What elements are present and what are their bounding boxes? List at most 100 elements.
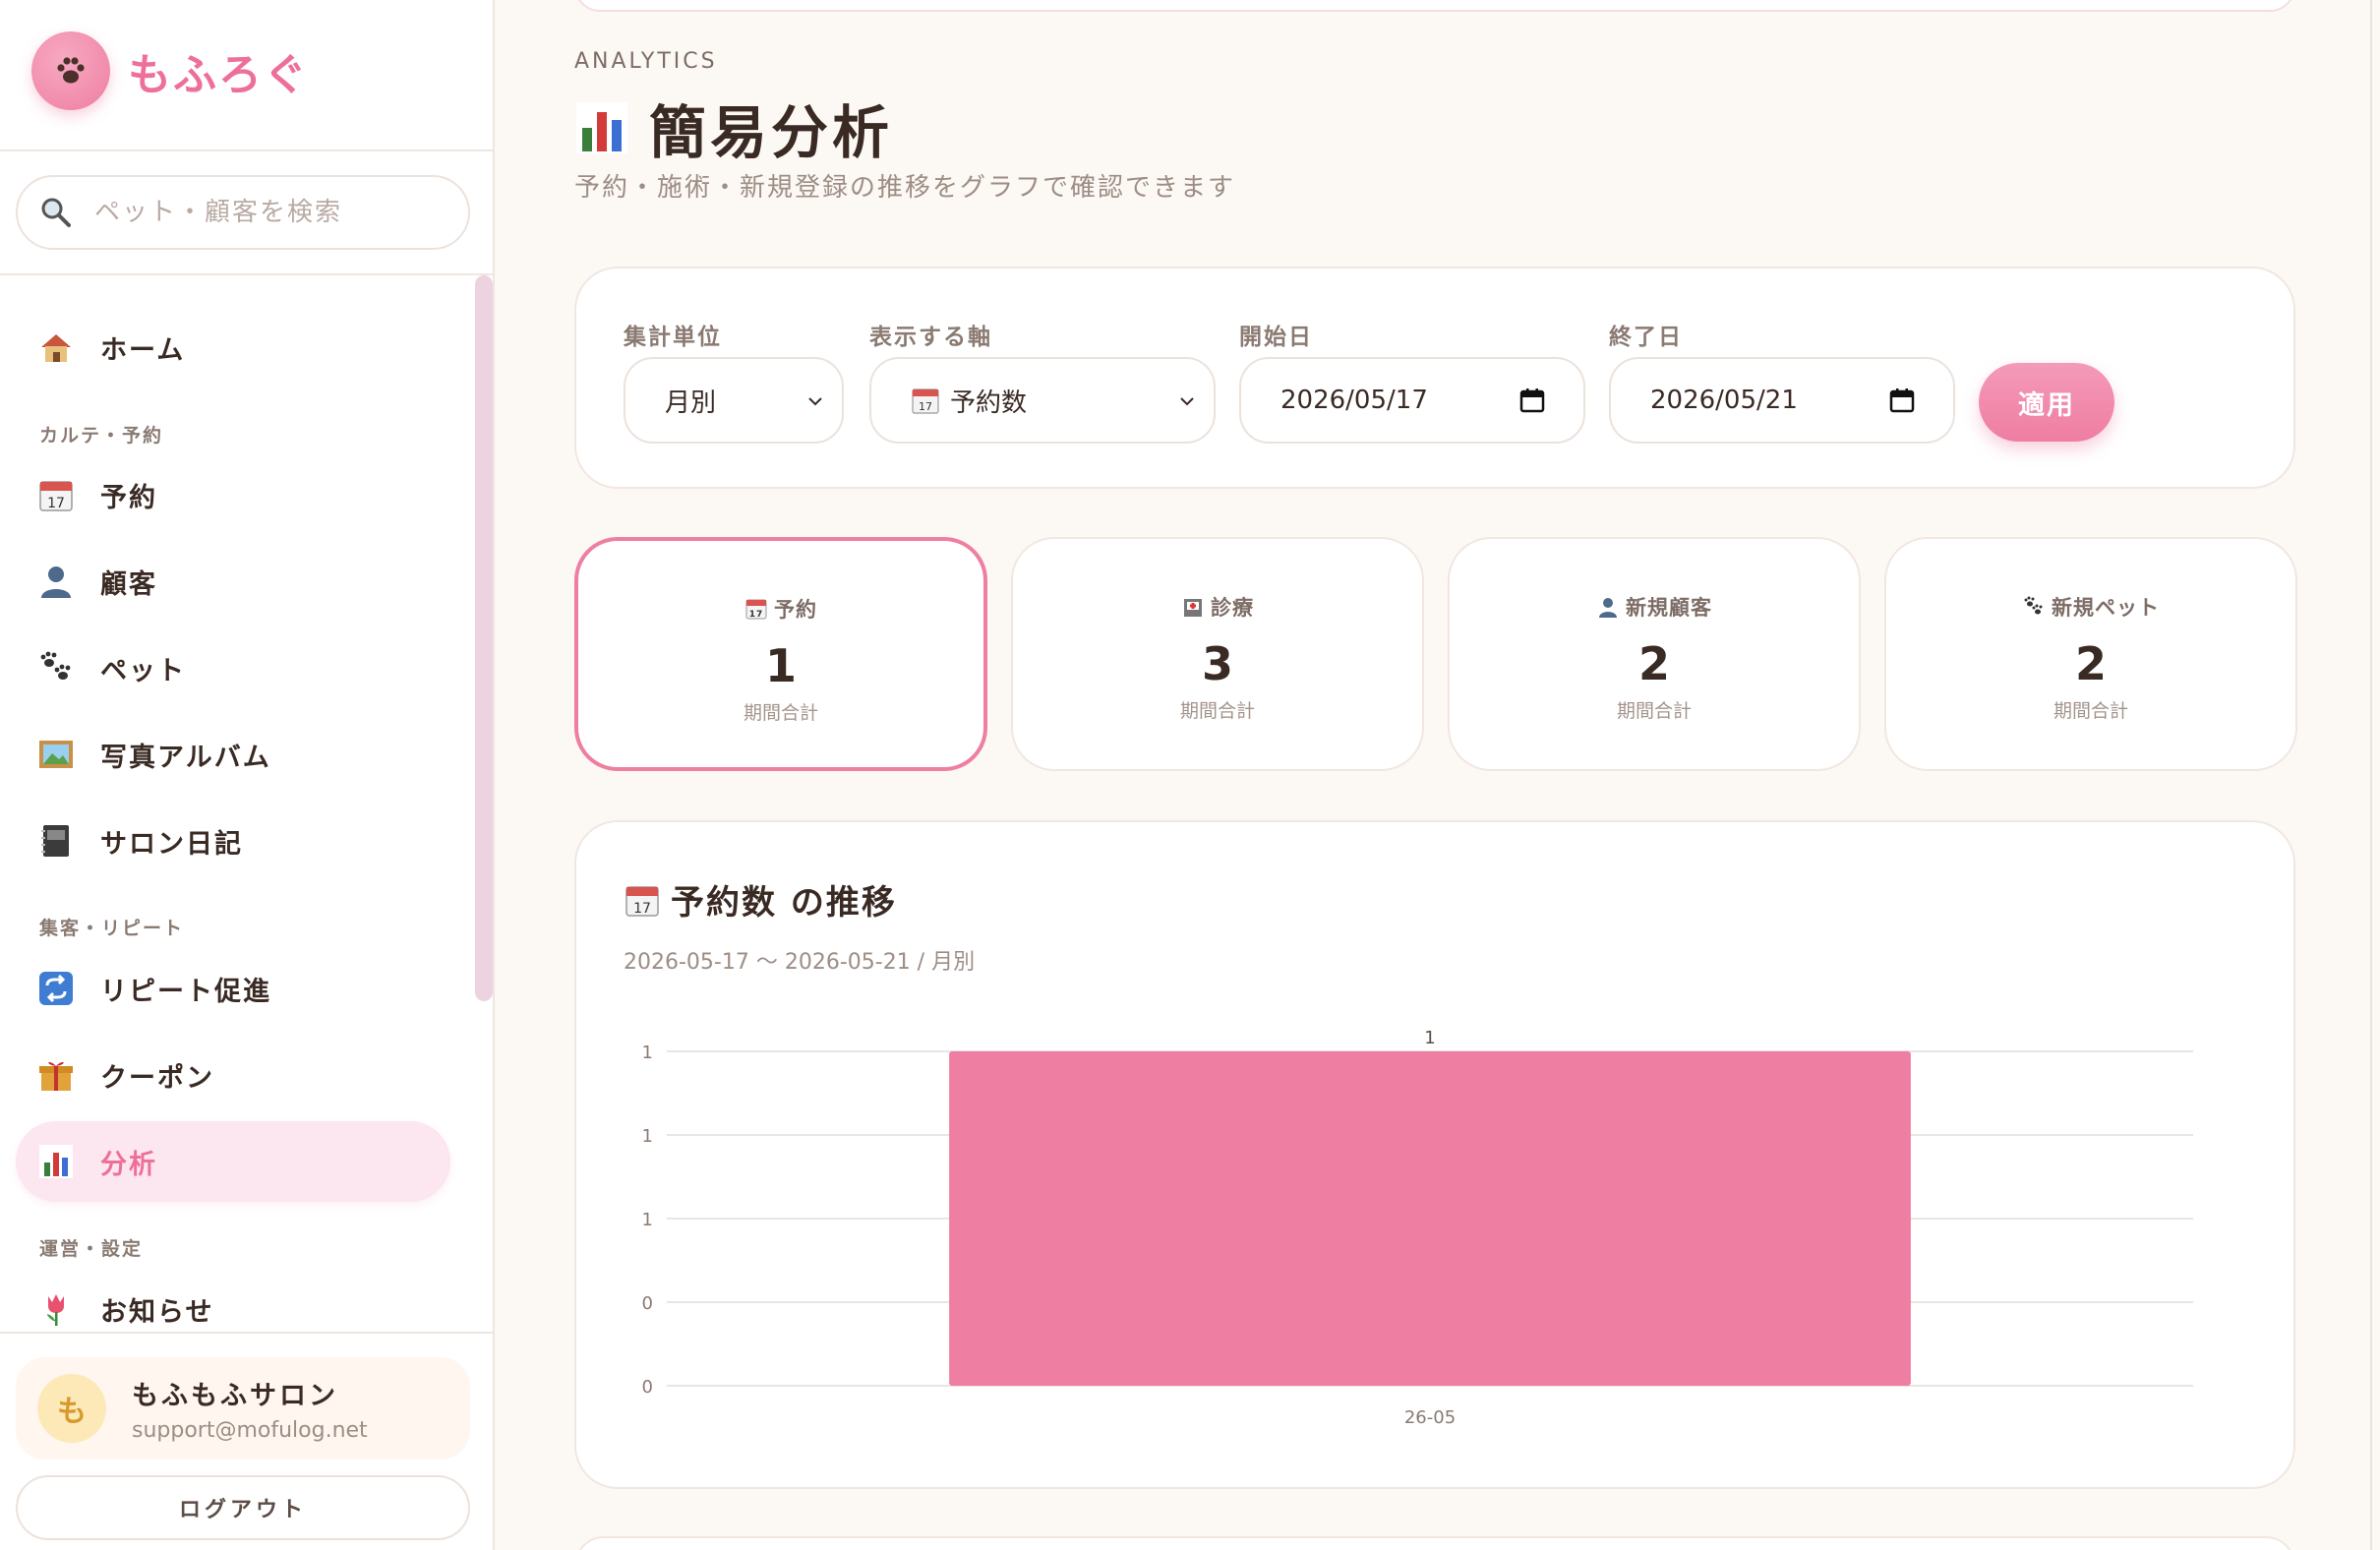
page-scrollbar-track (2370, 0, 2380, 1550)
start-date-input[interactable]: 2026/05/17 (1239, 357, 1585, 444)
divider (0, 1332, 495, 1334)
chevron-down-icon (808, 397, 822, 406)
picture-icon (37, 736, 75, 773)
svg-text:17: 17 (919, 400, 932, 413)
sidebar-item-salon-diary[interactable]: サロン日記 (16, 801, 450, 881)
sidebar-scrollbar[interactable] (475, 275, 493, 1001)
svg-text:17: 17 (749, 610, 764, 620)
bar-chart-icon (37, 1143, 75, 1180)
axis-label: 表示する軸 (869, 325, 992, 350)
chevron-down-icon (1180, 397, 1194, 406)
next-card-edge (574, 1536, 2295, 1550)
unit-label: 集計単位 (624, 325, 722, 350)
calendar-picker-icon[interactable] (1888, 387, 1916, 414)
y-tick-label: 1 (642, 1126, 653, 1147)
chart-card: 17 予約数 の推移 2026-05-17 〜 2026-05-21 / 月別 … (574, 820, 2295, 1489)
calendar-picker-icon[interactable] (1518, 387, 1546, 414)
divider (0, 273, 495, 275)
sidebar: もふろぐ ホーム カルテ・予約 17 予約 顧客 ペット 写真アルバム サロン日… (0, 0, 495, 1550)
sidebar-item-home[interactable]: ホーム (16, 307, 450, 388)
stat-label: 新規ペット (2052, 596, 2160, 620)
sidebar-item-label: 予約 (100, 482, 157, 513)
sidebar-item-label: サロン日記 (100, 828, 243, 860)
stat-card-reservations[interactable]: 17 予約 1 期間合計 (574, 537, 987, 771)
sidebar-item-reservations[interactable]: 17 予約 (16, 454, 450, 535)
sidebar-section-marketing: 集客・リピート (39, 918, 185, 939)
sidebar-item-customers[interactable]: 顧客 (16, 541, 450, 622)
bar-chart-icon (576, 102, 627, 153)
sidebar-item-label: 写真アルバム (100, 742, 271, 773)
y-tick-label: 0 (642, 1293, 653, 1314)
axis-select-value: 予約数 (950, 388, 1028, 418)
sidebar-item-notices[interactable]: お知らせ (16, 1269, 450, 1349)
page-title: 簡易分析 (574, 87, 893, 169)
stat-label: 診療 (1211, 596, 1254, 620)
person-icon (1599, 598, 1617, 618)
sidebar-section-karte: カルテ・予約 (39, 425, 164, 447)
filter-card: 集計単位 月別 表示する軸 17 予約数 開始日 2026/05/17 終了日 … (574, 267, 2295, 489)
end-date-label: 終了日 (1609, 325, 1683, 350)
stat-caption: 期間合計 (1179, 700, 1255, 722)
unit-select-value: 月別 (665, 388, 717, 418)
search-icon (41, 198, 71, 227)
sidebar-item-label: ペット (100, 655, 186, 686)
sidebar-item-label: お知らせ (100, 1296, 214, 1328)
person-icon (37, 563, 75, 600)
x-tick-label: 26-05 (1404, 1407, 1456, 1428)
brand[interactable]: もふろぐ (31, 30, 309, 111)
top-card-edge (574, 0, 2295, 12)
calendar-icon: 17 (37, 476, 75, 513)
svg-text:17: 17 (47, 496, 65, 511)
start-date-value: 2026/05/17 (1280, 386, 1428, 415)
notebook-icon (37, 822, 75, 860)
y-tick-label: 0 (642, 1377, 653, 1398)
stat-label: 新規顧客 (1626, 596, 1712, 620)
paw-icon (2024, 596, 2043, 615)
sidebar-item-label: クーポン (100, 1062, 214, 1094)
stat-card-new-customers[interactable]: 新規顧客 2 期間合計 (1448, 537, 1861, 771)
sidebar-item-label: リピート促進 (100, 976, 271, 1007)
brand-name: もふろぐ (128, 50, 309, 100)
logout-button[interactable]: ログアウト (16, 1475, 470, 1540)
page-overline: ANALYTICS (574, 49, 718, 74)
sidebar-item-pets[interactable]: ペット (16, 627, 450, 708)
bar-chart: 0 0 1 1 1 1 26-05 (642, 1028, 2193, 1428)
repeat-icon (37, 970, 75, 1007)
sidebar-item-coupon[interactable]: クーポン (16, 1035, 450, 1115)
sidebar-section-settings: 運営・設定 (39, 1238, 144, 1260)
bar-data-label: 1 (1424, 1028, 1435, 1048)
user-card[interactable]: も もふもふサロン support@mofulog.net (16, 1357, 470, 1460)
search-box[interactable] (16, 175, 470, 250)
sidebar-item-analytics[interactable]: 分析 (16, 1121, 450, 1202)
stat-card-new-pets[interactable]: 新規ペット 2 期間合計 (1884, 537, 2297, 771)
page-title-text: 簡易分析 (649, 99, 894, 166)
start-date-label: 開始日 (1239, 325, 1313, 350)
axis-select[interactable]: 17 予約数 (869, 357, 1216, 444)
chart-bar[interactable] (949, 1051, 1911, 1386)
sidebar-item-photo-album[interactable]: 写真アルバム (16, 714, 450, 795)
page-subtitle: 予約・施術・新規登録の推移をグラフで確認できます (574, 173, 1236, 203)
search-input[interactable] (94, 198, 448, 227)
stat-card-treatments[interactable]: 診療 3 期間合計 (1011, 537, 1424, 771)
stat-caption: 期間合計 (2053, 700, 2128, 722)
stat-value: 3 (1201, 637, 1233, 690)
user-email: support@mofulog.net (132, 1418, 368, 1443)
sidebar-item-label: 顧客 (100, 568, 157, 600)
unit-select[interactable]: 月別 (624, 357, 844, 444)
paw-logo-icon (31, 31, 110, 110)
stat-value: 1 (764, 639, 797, 692)
stat-caption: 期間合計 (1616, 700, 1692, 722)
user-name: もふもふサロン (132, 1381, 338, 1411)
calendar-icon: 17 (745, 599, 767, 620)
sidebar-item-label: ホーム (100, 334, 186, 366)
divider (0, 149, 495, 151)
y-tick-label: 1 (642, 1043, 653, 1063)
stat-label: 予約 (774, 598, 817, 622)
stat-caption: 期間合計 (743, 702, 818, 724)
avatar: も (37, 1374, 106, 1443)
sidebar-item-repeat[interactable]: リピート促進 (16, 948, 450, 1029)
gift-icon (37, 1056, 75, 1094)
apply-button[interactable]: 適用 (1979, 363, 2114, 442)
end-date-value: 2026/05/21 (1650, 386, 1798, 415)
end-date-input[interactable]: 2026/05/21 (1609, 357, 1955, 444)
